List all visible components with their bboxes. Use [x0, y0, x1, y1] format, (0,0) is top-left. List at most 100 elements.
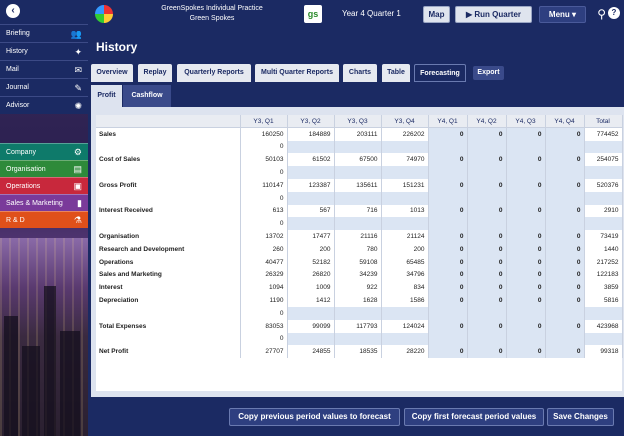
column-header: Y3, Q2: [287, 115, 335, 129]
forecast-input-cell[interactable]: 0: [428, 319, 468, 333]
forecast-input-cell[interactable]: 0: [467, 127, 507, 141]
forecast-input-cell[interactable]: 0: [467, 319, 507, 333]
forecast-input-cell[interactable]: 0: [240, 191, 288, 205]
forecast-input-cell[interactable]: 0: [428, 178, 468, 192]
sidebar-item-operations[interactable]: Operations ▣: [0, 177, 88, 194]
forecast-input-cell[interactable]: 0: [545, 230, 585, 243]
menu-button[interactable]: Menu ▾: [539, 6, 586, 23]
forecast-input-cell[interactable]: 0: [467, 268, 507, 282]
tab-replay[interactable]: Replay: [138, 64, 172, 82]
sidebar-item-briefing[interactable]: Briefing 👥: [0, 24, 88, 42]
forecast-input-cell[interactable]: 0: [506, 242, 546, 256]
sidebar-item-history[interactable]: History ✦: [0, 42, 88, 60]
forecast-input-cell[interactable]: 0: [428, 294, 468, 307]
pencil-icon: ✎: [74, 83, 82, 93]
forecast-input-cell[interactable]: 0: [506, 127, 546, 141]
tab-forecasting[interactable]: Forecasting: [414, 64, 466, 82]
help-icon[interactable]: ?: [608, 7, 620, 19]
forecast-input-cell[interactable]: 0: [545, 319, 585, 333]
copy-previous-button[interactable]: Copy previous period values to forecast: [229, 408, 400, 426]
subtab-profit[interactable]: Profit: [91, 85, 122, 107]
sidebar-item-organisation[interactable]: Organisation ▤: [0, 160, 88, 177]
forecast-input-cell[interactable]: 0: [467, 230, 507, 243]
forecast-input-cell[interactable]: 0: [467, 345, 507, 359]
run-quarter-button[interactable]: ▶ Run Quarter: [455, 6, 532, 23]
forecast-input-cell[interactable]: 0: [545, 255, 585, 269]
forecast-input-cell[interactable]: 0: [506, 178, 546, 192]
forecast-input-cell[interactable]: 0: [240, 166, 288, 179]
sidebar-item-journal[interactable]: Journal ✎: [0, 78, 88, 96]
forecast-input-cell[interactable]: 0: [428, 230, 468, 243]
export-button[interactable]: Export: [473, 66, 504, 80]
column-header: Y3, Q3: [334, 115, 382, 129]
tab-quarterly-reports[interactable]: Quarterly Reports: [177, 64, 251, 82]
sidebar-item-company[interactable]: Company ⚙: [0, 143, 88, 160]
forecast-input-cell[interactable]: 0: [428, 255, 468, 269]
forecast-input-cell[interactable]: 0: [467, 204, 507, 218]
sidebar-item-r-and-d[interactable]: R & D ⚗: [0, 211, 88, 228]
forecast-input-cell[interactable]: 0: [545, 242, 585, 256]
forecast-input-cell[interactable]: 0: [428, 281, 468, 295]
search-icon[interactable]: ⚲: [597, 7, 606, 21]
forecast-input-cell[interactable]: 0: [506, 345, 546, 359]
forecast-input-cell[interactable]: 0: [467, 153, 507, 167]
back-arrow-icon[interactable]: ‹: [6, 4, 20, 18]
column-header: Total: [584, 115, 623, 129]
forecast-input-cell[interactable]: 0: [506, 230, 546, 243]
sidebar-item-advisor[interactable]: Advisor ✺: [0, 96, 88, 114]
forecast-input-cell[interactable]: 0: [545, 204, 585, 218]
forecast-input-cell[interactable]: 0: [428, 204, 468, 218]
value-cell: [381, 191, 429, 205]
forecast-input-cell[interactable]: 0: [467, 281, 507, 295]
forecast-input-cell[interactable]: 0: [428, 153, 468, 167]
forecast-input-cell[interactable]: 0: [428, 242, 468, 256]
table-row: Interest 1094 1009 922 834 0 0 0 0 3859: [96, 281, 623, 295]
forecast-input-cell[interactable]: 0: [506, 294, 546, 307]
value-cell: 18535: [334, 345, 382, 359]
copy-first-forecast-button[interactable]: Copy first forecast period values: [404, 408, 544, 426]
forecast-input-cell[interactable]: 0: [467, 294, 507, 307]
forecast-input-cell[interactable]: 0: [428, 345, 468, 359]
forecast-input-cell[interactable]: 0: [240, 140, 288, 154]
save-changes-button[interactable]: Save Changes: [547, 408, 614, 426]
forecast-input-cell[interactable]: 0: [545, 153, 585, 167]
forecast-input-cell[interactable]: 0: [467, 178, 507, 192]
forecast-input-cell[interactable]: 0: [506, 268, 546, 282]
tab-overview[interactable]: Overview: [91, 64, 133, 82]
value-cell: 1094: [240, 281, 288, 295]
forecast-input-cell[interactable]: 0: [506, 204, 546, 218]
forecast-input-cell[interactable]: 0: [545, 345, 585, 359]
tab-charts[interactable]: Charts: [343, 64, 377, 82]
tab-table[interactable]: Table: [382, 64, 410, 82]
forecast-input-cell[interactable]: 0: [545, 268, 585, 282]
value-cell: [545, 332, 585, 346]
forecast-input-cell[interactable]: 0: [545, 281, 585, 295]
forecast-input-cell[interactable]: 0: [240, 217, 288, 231]
row-label: Research and Development: [96, 242, 241, 256]
row-label: Operations: [96, 255, 241, 269]
value-cell: 124024: [381, 319, 429, 333]
value-cell: 3859: [584, 281, 623, 295]
forecast-input-cell[interactable]: 0: [506, 281, 546, 295]
sidebar-item-mail[interactable]: Mail ✉: [0, 60, 88, 78]
forecast-input-cell[interactable]: 0: [428, 268, 468, 282]
value-cell: 26329: [240, 268, 288, 282]
sidebar-item-label: R & D: [6, 217, 25, 224]
forecast-input-cell[interactable]: 0: [240, 332, 288, 346]
forecast-input-cell[interactable]: 0: [545, 178, 585, 192]
forecast-input-cell[interactable]: 0: [467, 255, 507, 269]
forecast-input-cell[interactable]: 0: [506, 153, 546, 167]
map-button[interactable]: Map: [423, 6, 450, 23]
forecast-input-cell[interactable]: 0: [506, 255, 546, 269]
table-row: 0: [96, 166, 623, 179]
tab-multi-quarter-reports[interactable]: Multi Quarter Reports: [255, 64, 339, 82]
forecast-input-cell[interactable]: 0: [240, 306, 288, 320]
forecast-input-cell[interactable]: 0: [545, 127, 585, 141]
building-shape: [22, 346, 40, 436]
sidebar-item-sales-marketing[interactable]: Sales & Marketing ▮: [0, 194, 88, 211]
forecast-input-cell[interactable]: 0: [545, 294, 585, 307]
forecast-input-cell[interactable]: 0: [467, 242, 507, 256]
forecast-input-cell[interactable]: 0: [506, 319, 546, 333]
subtab-cashflow[interactable]: Cashflow: [123, 85, 171, 107]
forecast-input-cell[interactable]: 0: [428, 127, 468, 141]
